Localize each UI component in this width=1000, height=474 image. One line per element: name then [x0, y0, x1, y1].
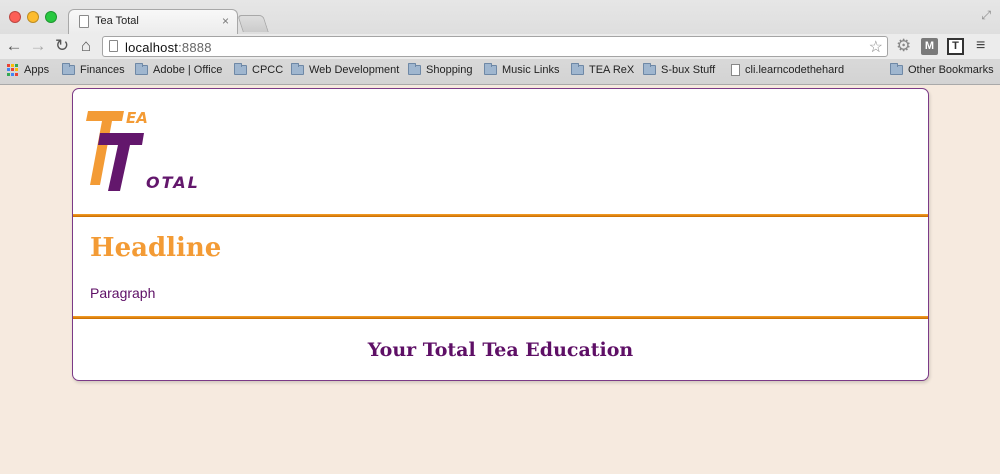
section-divider — [73, 214, 928, 217]
bookmark-label: Music Links — [502, 64, 560, 76]
tea-total-logo: EA OTAL — [86, 109, 200, 192]
bookmark-label: Apps — [24, 64, 50, 76]
folder-icon — [890, 63, 903, 75]
header: EA OTAL — [73, 89, 928, 215]
menu-icon[interactable]: ≡ — [976, 37, 993, 54]
navigation-toolbar: ← → ↻ ⌂ localhost:8888 ☆ ⚙ M T ≡ — [0, 34, 1000, 59]
bookmark-label: CPCC — [252, 64, 284, 76]
bookmark-star-icon[interactable]: ☆ — [869, 37, 883, 57]
section-divider — [73, 316, 928, 319]
folder-icon — [62, 63, 75, 75]
footer-title: Your Total Tea Education — [367, 339, 634, 361]
url-port: :8888 — [178, 40, 212, 55]
logo-text-bottom: OTAL — [146, 173, 200, 192]
bookmark-label: S-bux Stuff — [661, 64, 716, 76]
apps-grid-icon — [7, 64, 19, 76]
back-arrow-icon[interactable]: ← — [4, 36, 24, 56]
bookmark-sbux-stuff[interactable]: S-bux Stuff — [643, 62, 715, 78]
browser-chrome: Tea Total × ⤢ ← → ↻ ⌂ localhost:8888 ☆ ⚙… — [0, 0, 1000, 85]
home-icon[interactable]: ⌂ — [76, 36, 96, 56]
folder-icon — [408, 63, 421, 75]
address-bar[interactable]: localhost:8888 ☆ — [102, 36, 888, 57]
bookmark-adobe-office[interactable]: Adobe | Office — [135, 62, 222, 78]
bookmark-label: TEA ReX — [589, 64, 635, 76]
bookmark-web-development[interactable]: Web Development — [291, 62, 399, 78]
reload-icon[interactable]: ↻ — [52, 36, 72, 56]
bookmark-label: Finances — [80, 64, 125, 76]
fullscreen-icon[interactable]: ⤢ — [981, 8, 991, 23]
bookmark-label: Other Bookmarks — [908, 64, 994, 76]
zoom-window-button[interactable] — [45, 11, 57, 23]
bookmark-label: Web Development — [309, 64, 400, 76]
minimize-window-button[interactable] — [27, 11, 39, 23]
folder-icon — [571, 63, 584, 75]
bookmark-cpcc[interactable]: CPCC — [234, 62, 283, 78]
page-icon — [731, 64, 740, 76]
bookmark-cli-learncode[interactable]: cli.learncodethehard — [731, 62, 844, 78]
tab-tea-total[interactable]: Tea Total × — [68, 9, 238, 34]
bookmark-label: Adobe | Office — [153, 64, 223, 76]
bookmark-other-bookmarks[interactable]: Other Bookmarks — [890, 62, 994, 78]
bookmark-label: Shopping — [426, 64, 473, 76]
mail-extension-icon[interactable]: M — [921, 38, 938, 55]
bookmarks-bar: Apps Finances Adobe | Office CPCC Web De… — [0, 59, 1000, 81]
bookmark-label: cli.learncodethehard — [745, 64, 845, 76]
url-text[interactable]: localhost:8888 — [125, 40, 212, 55]
close-window-button[interactable] — [9, 11, 21, 23]
url-host: localhost — [125, 40, 179, 55]
bookmark-music-links[interactable]: Music Links — [484, 62, 559, 78]
t-extension-icon[interactable]: T — [947, 38, 964, 55]
folder-icon — [135, 63, 148, 75]
page-icon — [109, 40, 118, 52]
title-bar: Tea Total × ⤢ — [0, 0, 1000, 34]
folder-icon — [643, 63, 656, 75]
folder-icon — [484, 63, 497, 75]
bookmark-shopping[interactable]: Shopping — [408, 62, 473, 78]
tab-title: Tea Total — [95, 15, 139, 27]
folder-icon — [234, 63, 247, 75]
bookmark-apps[interactable]: Apps — [7, 62, 49, 78]
new-tab-button[interactable] — [237, 15, 269, 32]
close-icon[interactable]: × — [222, 14, 229, 28]
content-card: EA OTAL Headline Paragraph Your Total Te… — [72, 88, 929, 381]
bookmark-finances[interactable]: Finances — [62, 62, 125, 78]
folder-icon — [291, 63, 304, 75]
paragraph: Paragraph — [90, 285, 156, 301]
headline: Headline — [90, 233, 222, 263]
bookmark-tea-rex[interactable]: TEA ReX — [571, 62, 634, 78]
forward-arrow-icon[interactable]: → — [28, 36, 48, 56]
logo-text-top: EA — [126, 109, 148, 127]
page-icon — [79, 15, 89, 28]
settings-gear-icon[interactable]: ⚙ — [896, 37, 913, 54]
